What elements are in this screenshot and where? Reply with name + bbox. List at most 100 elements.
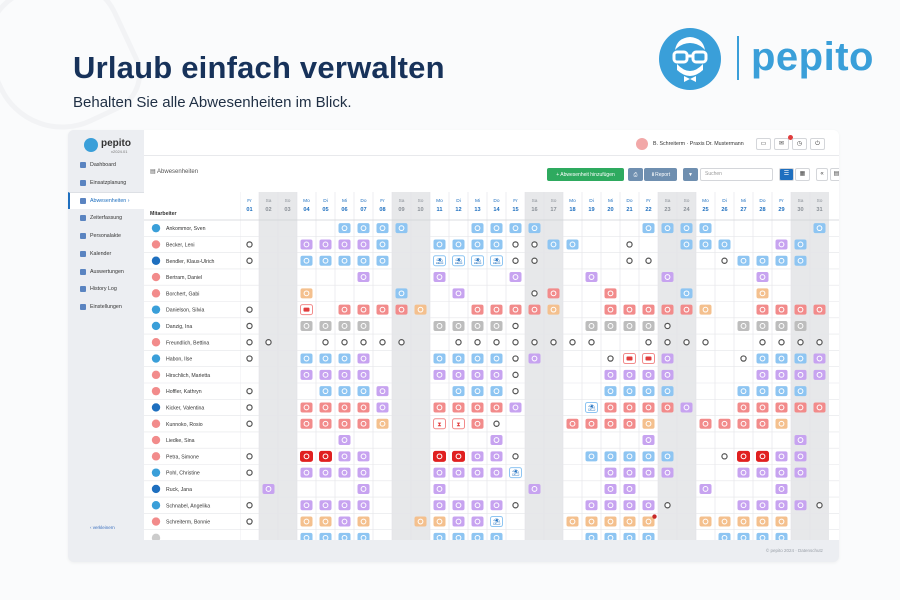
absence-cell[interactable] bbox=[585, 451, 598, 462]
holiday-marker[interactable] bbox=[246, 420, 253, 427]
absence-cell[interactable] bbox=[661, 451, 674, 462]
absence-cell[interactable] bbox=[756, 304, 769, 315]
absence-cell[interactable] bbox=[338, 532, 351, 540]
absence-cell[interactable] bbox=[794, 402, 807, 413]
absence-cell[interactable] bbox=[490, 223, 503, 234]
absence-cell[interactable] bbox=[395, 288, 408, 299]
holiday-marker[interactable] bbox=[474, 339, 481, 346]
holiday-marker[interactable] bbox=[797, 339, 804, 346]
absence-cell[interactable] bbox=[395, 223, 408, 234]
absence-cell[interactable] bbox=[756, 320, 769, 331]
holiday-marker[interactable] bbox=[531, 339, 538, 346]
absence-cell[interactable] bbox=[338, 418, 351, 429]
absence-cell[interactable] bbox=[433, 320, 446, 331]
absence-cell[interactable] bbox=[319, 320, 332, 331]
absence-cell[interactable] bbox=[661, 304, 674, 315]
absence-cell[interactable] bbox=[433, 500, 446, 511]
absence-cell[interactable] bbox=[775, 500, 788, 511]
absence-cell[interactable] bbox=[357, 402, 370, 413]
absence-cell[interactable] bbox=[604, 320, 617, 331]
add-absence-button[interactable]: + Abwesenheit hinzufügen bbox=[547, 168, 624, 181]
absence-cell[interactable] bbox=[509, 223, 522, 234]
absence-cell[interactable] bbox=[794, 353, 807, 364]
absence-cell[interactable] bbox=[395, 304, 408, 315]
sidebar-item-abwesenheiten[interactable]: Abwesenheiten › bbox=[68, 191, 144, 210]
absence-cell[interactable] bbox=[319, 255, 332, 266]
absence-cell[interactable] bbox=[775, 255, 788, 266]
holiday-marker[interactable] bbox=[664, 322, 671, 330]
absence-cell[interactable] bbox=[357, 500, 370, 511]
absence-cell[interactable] bbox=[452, 320, 465, 331]
absence-cell[interactable] bbox=[338, 467, 351, 478]
absence-cell[interactable] bbox=[775, 516, 788, 527]
absence-cell[interactable] bbox=[661, 386, 674, 397]
absence-cell[interactable] bbox=[452, 239, 465, 250]
absence-cell[interactable] bbox=[623, 500, 636, 511]
absence-cell[interactable] bbox=[300, 450, 313, 462]
absence-cell[interactable] bbox=[490, 467, 503, 478]
absence-cell[interactable] bbox=[528, 223, 541, 234]
absence-cell[interactable] bbox=[319, 353, 332, 364]
absence-cell[interactable] bbox=[566, 239, 579, 250]
absence-cell[interactable] bbox=[319, 467, 332, 478]
absence-cell[interactable] bbox=[471, 451, 484, 462]
absence-cell[interactable] bbox=[604, 451, 617, 462]
absence-cell[interactable] bbox=[718, 516, 731, 527]
absence-cell[interactable] bbox=[737, 418, 750, 429]
absence-cell[interactable] bbox=[604, 386, 617, 397]
sidebar-item-einstellungen[interactable]: Einstellungen bbox=[68, 298, 144, 316]
absence-cell[interactable] bbox=[357, 467, 370, 478]
absence-cell[interactable] bbox=[490, 435, 503, 446]
absence-cell[interactable] bbox=[623, 369, 636, 380]
absence-cell[interactable] bbox=[699, 239, 712, 250]
absence-cell[interactable] bbox=[357, 272, 370, 283]
absence-cell[interactable] bbox=[642, 223, 655, 234]
absence-cell[interactable] bbox=[775, 451, 788, 462]
absence-cell[interactable] bbox=[528, 483, 541, 494]
absence-cell[interactable] bbox=[642, 500, 655, 511]
absence-cell[interactable] bbox=[661, 353, 674, 364]
absence-cell[interactable] bbox=[319, 369, 332, 380]
absence-cell[interactable] bbox=[357, 369, 370, 380]
absence-cell[interactable] bbox=[509, 272, 522, 283]
holiday-marker[interactable] bbox=[246, 518, 253, 525]
absence-cell[interactable] bbox=[319, 239, 332, 250]
holiday-marker[interactable] bbox=[664, 339, 671, 346]
absence-cell[interactable] bbox=[794, 239, 807, 250]
sidebar-item-dashboard[interactable]: Dashboard bbox=[68, 156, 144, 174]
absence-cell[interactable] bbox=[357, 223, 370, 234]
holiday-marker[interactable] bbox=[246, 502, 253, 509]
absence-cell[interactable] bbox=[490, 353, 503, 364]
absence-cell[interactable] bbox=[756, 402, 769, 413]
absence-cell[interactable] bbox=[338, 500, 351, 511]
absence-cell[interactable] bbox=[737, 500, 750, 511]
holiday-marker[interactable] bbox=[379, 339, 386, 346]
user-menu[interactable]: B. Schreiterm · Praxis Dr. Mustermann bbox=[636, 138, 744, 150]
holiday-marker[interactable] bbox=[512, 502, 519, 509]
absence-cell[interactable] bbox=[585, 418, 598, 429]
absence-cell[interactable] bbox=[300, 320, 313, 331]
absence-cell[interactable] bbox=[338, 223, 351, 234]
holiday-marker[interactable] bbox=[607, 355, 614, 362]
absence-cell[interactable] bbox=[490, 320, 503, 331]
holiday-marker[interactable] bbox=[246, 404, 253, 411]
absence-cell[interactable] bbox=[623, 532, 636, 540]
holiday-marker[interactable] bbox=[512, 371, 519, 379]
absence-cell[interactable] bbox=[452, 500, 465, 511]
holiday-marker[interactable] bbox=[531, 290, 538, 297]
absence-cell[interactable] bbox=[623, 467, 636, 478]
holiday-marker[interactable] bbox=[740, 355, 747, 362]
sidebar-item-kalender[interactable]: Kalender bbox=[68, 245, 144, 263]
holiday-marker[interactable] bbox=[531, 241, 538, 248]
holiday-marker[interactable] bbox=[626, 257, 633, 264]
absence-cell[interactable] bbox=[452, 288, 465, 299]
absence-cell[interactable] bbox=[319, 386, 332, 397]
absence-cell[interactable] bbox=[490, 369, 503, 380]
absence-cell[interactable] bbox=[319, 402, 332, 413]
report-button[interactable]: ⬇ Report bbox=[644, 168, 677, 181]
holiday-marker[interactable] bbox=[246, 469, 253, 476]
absence-cell[interactable] bbox=[471, 500, 484, 511]
absence-cell[interactable] bbox=[357, 353, 370, 364]
absence-cell[interactable] bbox=[623, 451, 636, 462]
absence-cell[interactable] bbox=[794, 369, 807, 380]
